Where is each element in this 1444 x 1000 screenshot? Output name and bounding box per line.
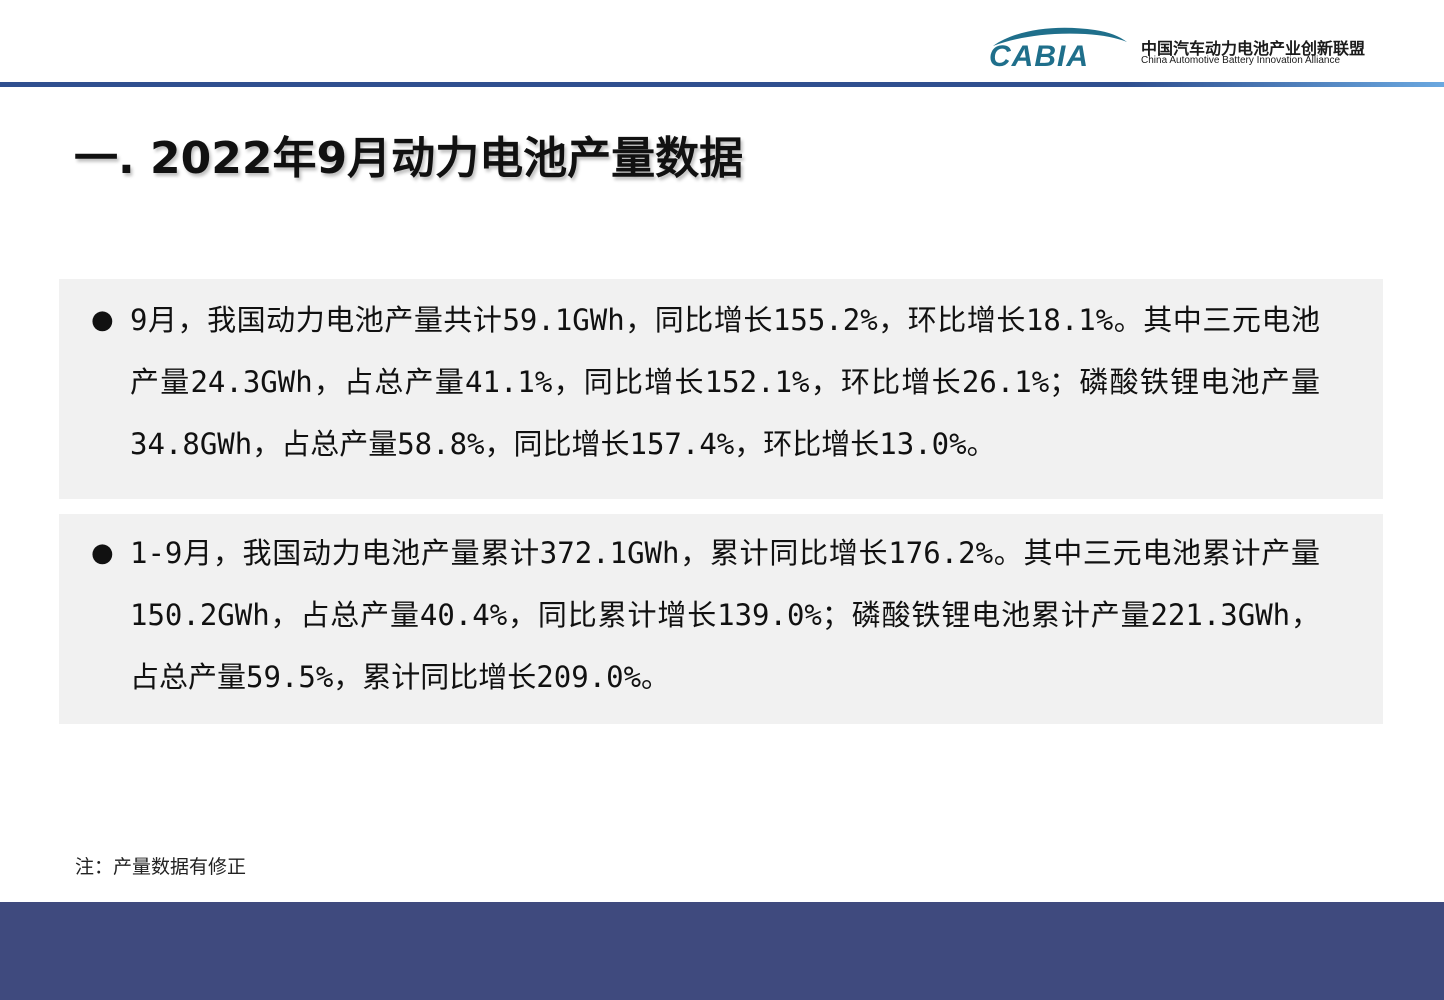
bullet-marker: ● — [91, 305, 114, 335]
monthly-summary-text: 9月，我国动力电池产量共计59.1GWh，同比增长155.2%，环比增长18.1… — [130, 303, 1320, 461]
header-divider — [0, 82, 1444, 87]
cumulative-summary-box: ● 1-9月，我国动力电池产量累计372.1GWh，累计同比增长176.2%。其… — [59, 514, 1383, 724]
cabia-logo-icon: CABIA — [989, 27, 1127, 72]
logo-mark-text: CABIA — [989, 40, 1089, 72]
page-title: 一. 2022年9月动力电池产量数据 — [74, 133, 744, 184]
footnote: 注：产量数据有修正 — [75, 856, 247, 878]
cabia-logo: CABIA 中国汽车动力电池产业创新联盟 China Automotive Ba… — [985, 22, 1385, 72]
footer-band — [0, 902, 1444, 1000]
monthly-summary-box: ● 9月，我国动力电池产量共计59.1GWh，同比增长155.2%，环比增长18… — [59, 279, 1383, 499]
cumulative-summary-text: 1-9月，我国动力电池产量累计372.1GWh，累计同比增长176.2%。其中三… — [130, 536, 1320, 694]
bullet-marker: ● — [91, 538, 114, 568]
org-name-en: China Automotive Battery Innovation Alli… — [1141, 55, 1341, 66]
